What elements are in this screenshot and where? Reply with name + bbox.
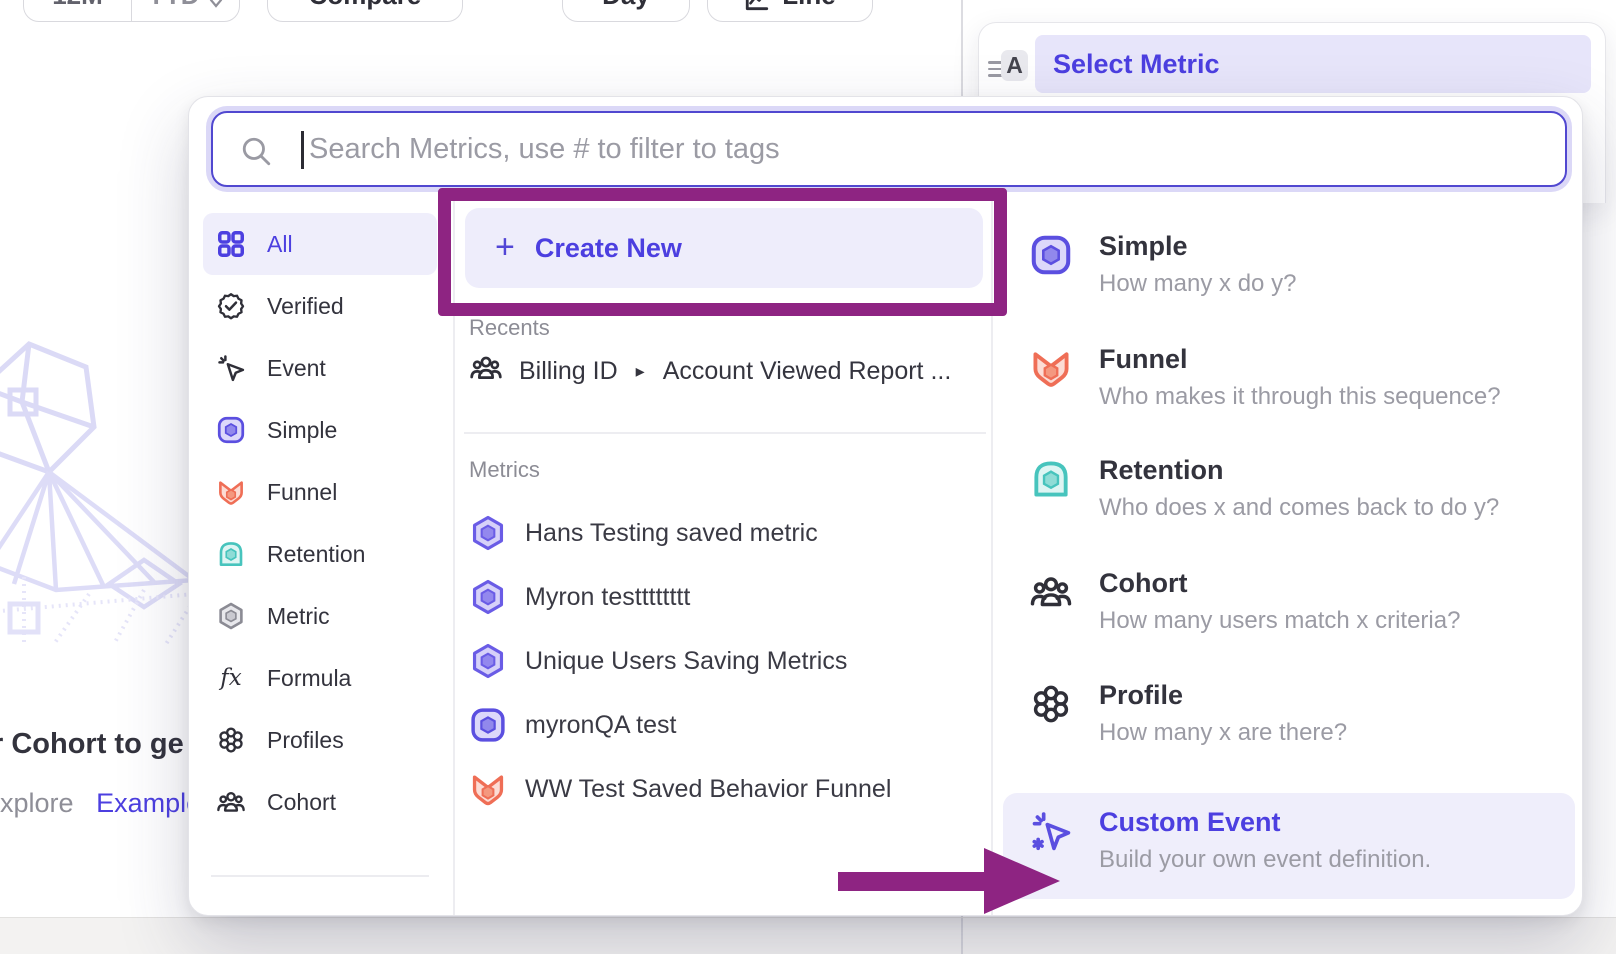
filter-sidebar: All Verified Event	[203, 213, 437, 916]
content-types-divider	[991, 201, 993, 916]
sidebar-item-formula[interactable]: fx Formula	[203, 647, 437, 709]
metric-list-item[interactable]: myronQA test	[469, 703, 676, 747]
sidebar-item-label: Simple	[267, 417, 337, 444]
saved-metric-hexagon-icon	[469, 578, 507, 616]
sidebar-item-label: Cohort	[267, 789, 336, 816]
sidebar-item-label: Verified	[267, 293, 344, 320]
sidebar-item-label: Profiles	[267, 727, 344, 754]
saved-metric-hexagon-icon	[469, 642, 507, 680]
metric-list-item[interactable]: Myron testttttttt	[469, 575, 690, 619]
chart-type-line-button[interactable]: Line	[707, 0, 873, 22]
sidebar-item-label: Metric	[267, 603, 330, 630]
mixpanel-metric-picker-screen: 12M YTD Compare Day Line A Select Metric	[0, 0, 1616, 954]
sidebar-item-profiles[interactable]: Profiles	[203, 709, 437, 771]
metric-type-simple[interactable]: Simple How many x do y?	[1003, 221, 1575, 308]
line-chart-icon	[744, 0, 770, 13]
sidebar-item-partial[interactable]: T	[203, 903, 437, 917]
sidebar-item-label: Retention	[267, 541, 365, 568]
explore-example-line: xplore Example	[0, 788, 201, 819]
funnel-icon	[1029, 346, 1073, 390]
funnel-icon	[469, 770, 507, 808]
formula-fx-icon: fx	[215, 662, 247, 694]
sidebar-item-simple[interactable]: Simple	[203, 399, 437, 461]
caret-right-icon: ▸	[636, 361, 645, 382]
sidebar-item-retention[interactable]: Retention	[203, 523, 437, 585]
sidebar-item-cohort[interactable]: Cohort	[203, 771, 437, 833]
create-new-button[interactable]: + Create New	[465, 208, 983, 288]
recents-section-label: Recents	[469, 315, 550, 341]
metric-list-item[interactable]: Hans Testing saved metric	[469, 511, 818, 555]
metric-hexagon-icon	[215, 600, 247, 632]
chevron-down-icon	[208, 0, 224, 11]
verified-seal-icon	[215, 290, 247, 322]
metrics-section-label: Metrics	[469, 457, 540, 483]
cohort-people-icon	[469, 351, 503, 392]
sidebar-item-verified[interactable]: Verified	[203, 275, 437, 337]
recent-item-left: Billing ID	[519, 357, 618, 386]
sidebar-divider	[211, 875, 429, 877]
sidebar-item-label: All	[267, 231, 293, 258]
example-link[interactable]: Example	[96, 788, 201, 818]
profiles-flower-icon	[1029, 682, 1073, 726]
sidebar-content-divider	[453, 201, 455, 916]
retention-arch-icon	[215, 538, 247, 570]
recent-item-right: Account Viewed Report ...	[663, 357, 952, 386]
plus-icon: +	[495, 230, 515, 264]
metric-type-funnel[interactable]: Funnel Who makes it through this sequenc…	[1003, 334, 1575, 421]
sidebar-item-label: Formula	[267, 665, 351, 692]
simple-metric-icon	[215, 414, 247, 446]
compare-button[interactable]: Compare	[267, 0, 463, 22]
funnel-icon	[215, 476, 247, 508]
range-12m-button[interactable]: 12M	[24, 0, 131, 21]
saved-metric-hexagon-icon	[469, 514, 507, 552]
event-cursor-icon	[215, 352, 247, 384]
metric-list-item[interactable]: WW Test Saved Behavior Funnel	[469, 767, 891, 811]
sidebar-item-label: Funnel	[267, 479, 337, 506]
wireframe-decoration	[0, 332, 194, 644]
recent-item[interactable]: Billing ID ▸ Account Viewed Report ...	[469, 351, 951, 392]
select-metric-button[interactable]: Select Metric	[1035, 35, 1591, 93]
search-bar[interactable]	[211, 111, 1567, 187]
date-range-segmented-control[interactable]: 12M YTD	[23, 0, 240, 22]
empty-state-heading-fragment: r Cohort to ge	[0, 728, 184, 761]
range-ytd-button[interactable]: YTD	[131, 0, 239, 21]
bottom-strip	[0, 917, 1616, 954]
metric-type-retention[interactable]: Retention Who does x and comes back to d…	[1003, 445, 1575, 532]
sidebar-item-all[interactable]: All	[203, 213, 437, 275]
metric-picker-modal: All Verified Event	[188, 96, 1583, 916]
metric-type-cohort[interactable]: Cohort How many users match x criteria?	[1003, 558, 1575, 645]
simple-metric-icon	[469, 706, 507, 744]
custom-event-icon	[1029, 809, 1073, 853]
cohort-people-icon	[1029, 570, 1073, 614]
profiles-flower-icon	[215, 724, 247, 756]
metric-type-custom-event[interactable]: Custom Event Build your own event defini…	[1003, 793, 1575, 899]
sidebar-item-metric[interactable]: Metric	[203, 585, 437, 647]
simple-metric-icon	[1029, 233, 1073, 277]
retention-arch-icon	[1029, 457, 1073, 501]
sidebar-item-funnel[interactable]: Funnel	[203, 461, 437, 523]
explore-prefix: xplore	[0, 788, 74, 818]
granularity-day-button[interactable]: Day	[562, 0, 690, 22]
sidebar-item-event[interactable]: Event	[203, 337, 437, 399]
grid-icon	[215, 228, 247, 260]
recents-metrics-divider	[464, 432, 986, 434]
metric-list-item[interactable]: Unique Users Saving Metrics	[469, 639, 847, 683]
series-a-badge: A	[1001, 50, 1028, 81]
cohort-people-icon	[215, 786, 247, 818]
metric-type-profile[interactable]: Profile How many x are there?	[1003, 670, 1575, 757]
sidebar-item-label: Event	[267, 355, 326, 382]
search-input[interactable]	[213, 113, 1565, 185]
